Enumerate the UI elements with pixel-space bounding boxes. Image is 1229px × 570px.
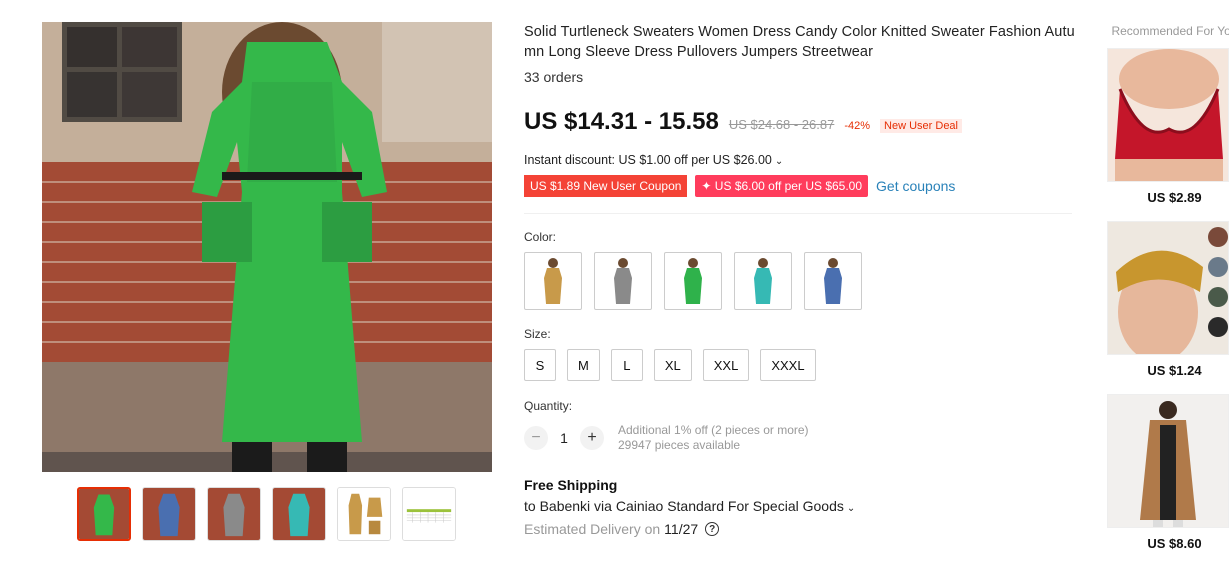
main-product-image[interactable] — [42, 22, 492, 472]
quantity-label: Quantity: — [524, 399, 573, 413]
thumbnail-size-chart[interactable] — [402, 487, 456, 541]
instant-discount[interactable]: Instant discount: US $1.00 off per US $2… — [524, 153, 1074, 167]
color-swatch-teal[interactable] — [734, 252, 792, 310]
product-title: Solid Turtleneck Sweaters Women Dress Ca… — [524, 24, 1075, 60]
estimated-delivery-label: Estimated Delivery on — [524, 521, 661, 537]
recommended-title: Recommended For You — [1111, 24, 1229, 38]
thumbnail-gray[interactable] — [207, 487, 261, 541]
shipping-method[interactable]: to Babenki via Cainiao Standard For Spec… — [524, 498, 1074, 514]
quantity-notes: Additional 1% off (2 pieces or more) 299… — [618, 423, 809, 453]
increase-quantity-button[interactable]: + — [580, 426, 604, 450]
shipping-title: Free Shipping — [524, 477, 618, 493]
thumbnail-green[interactable] — [77, 487, 131, 541]
size-options: S M L XL XXL XXXL — [524, 349, 1074, 381]
quantity-value[interactable]: 1 — [548, 430, 580, 446]
recommended-item-image[interactable] — [1107, 394, 1229, 528]
color-swatch-green[interactable] — [664, 252, 722, 310]
price-row: US $14.31 - 15.58 US $24.68 - 26.87 -42%… — [524, 108, 1074, 136]
size-option-xl[interactable]: XL — [653, 349, 692, 381]
original-price: US $24.68 - 26.87 — [728, 117, 835, 132]
quantity-stepper: − 1 + Additional 1% off (2 pieces or mor… — [524, 423, 1074, 453]
size-option-s[interactable]: S — [524, 349, 556, 381]
thumbnail-strip — [77, 487, 456, 541]
coupon-row: US $1.89 New User Coupon ✦ US $6.00 off … — [524, 175, 1074, 197]
recommended-item-price: US $2.89 — [1147, 190, 1202, 205]
recommended-item-price: US $1.24 — [1147, 363, 1202, 378]
product-info: Solid Turtleneck Sweaters Women Dress Ca… — [524, 22, 1075, 537]
decrease-quantity-button[interactable]: − — [524, 426, 548, 450]
recommended-item[interactable]: US $1.24 — [1107, 221, 1229, 378]
size-option-xxxl[interactable]: XXXL — [760, 349, 816, 381]
recommended-column: Recommended For You US $2.89 US $1.24 US… — [1107, 22, 1229, 551]
recommended-item[interactable]: US $2.89 — [1107, 48, 1229, 205]
new-user-deal-badge: New User Deal — [880, 119, 962, 133]
help-icon[interactable]: ? — [705, 522, 720, 536]
recommended-item[interactable]: US $8.60 — [1107, 394, 1229, 551]
recommended-item-price: US $8.60 — [1147, 536, 1202, 551]
get-coupons-link[interactable]: Get coupons — [876, 178, 955, 194]
color-swatches — [524, 252, 1074, 310]
color-label: Color: — [524, 230, 557, 244]
current-price: US $14.31 - 15.58 — [524, 108, 719, 135]
order-count: 33 orders — [524, 69, 584, 85]
thumbnail-camel-detail[interactable] — [337, 487, 391, 541]
chevron-down-icon: ⌄ — [774, 156, 784, 167]
thumbnail-teal[interactable] — [272, 487, 326, 541]
new-user-coupon[interactable]: US $1.89 New User Coupon — [524, 175, 688, 197]
color-swatch-gray[interactable] — [594, 252, 652, 310]
recommended-item-image[interactable] — [1107, 221, 1229, 355]
stock-available: 29947 pieces available — [618, 438, 741, 452]
discount-percent: -42% — [844, 120, 871, 132]
size-label: Size: — [524, 327, 551, 341]
divider — [524, 213, 1072, 214]
estimated-delivery-date: 11/27 — [664, 521, 699, 537]
store-coupon[interactable]: ✦ US $6.00 off per US $65.00 — [695, 175, 869, 197]
shipping-method-text: to Babenki via Cainiao Standard For Spec… — [524, 498, 844, 514]
size-option-m[interactable]: M — [567, 349, 600, 381]
chevron-down-icon: ⌄ — [846, 503, 856, 514]
color-swatch-blue[interactable] — [804, 252, 862, 310]
instant-discount-text: Instant discount: US $1.00 off per US $2… — [524, 153, 772, 167]
size-option-l[interactable]: L — [610, 349, 643, 381]
recommended-item-image[interactable] — [1107, 48, 1229, 182]
estimated-delivery: Estimated Delivery on 11/27 ? — [524, 521, 1074, 537]
thumbnail-blue[interactable] — [142, 487, 196, 541]
size-option-xxl[interactable]: XXL — [702, 349, 750, 381]
bulk-discount-note: Additional 1% off (2 pieces or more) — [618, 423, 809, 437]
color-swatch-camel[interactable] — [524, 252, 582, 310]
